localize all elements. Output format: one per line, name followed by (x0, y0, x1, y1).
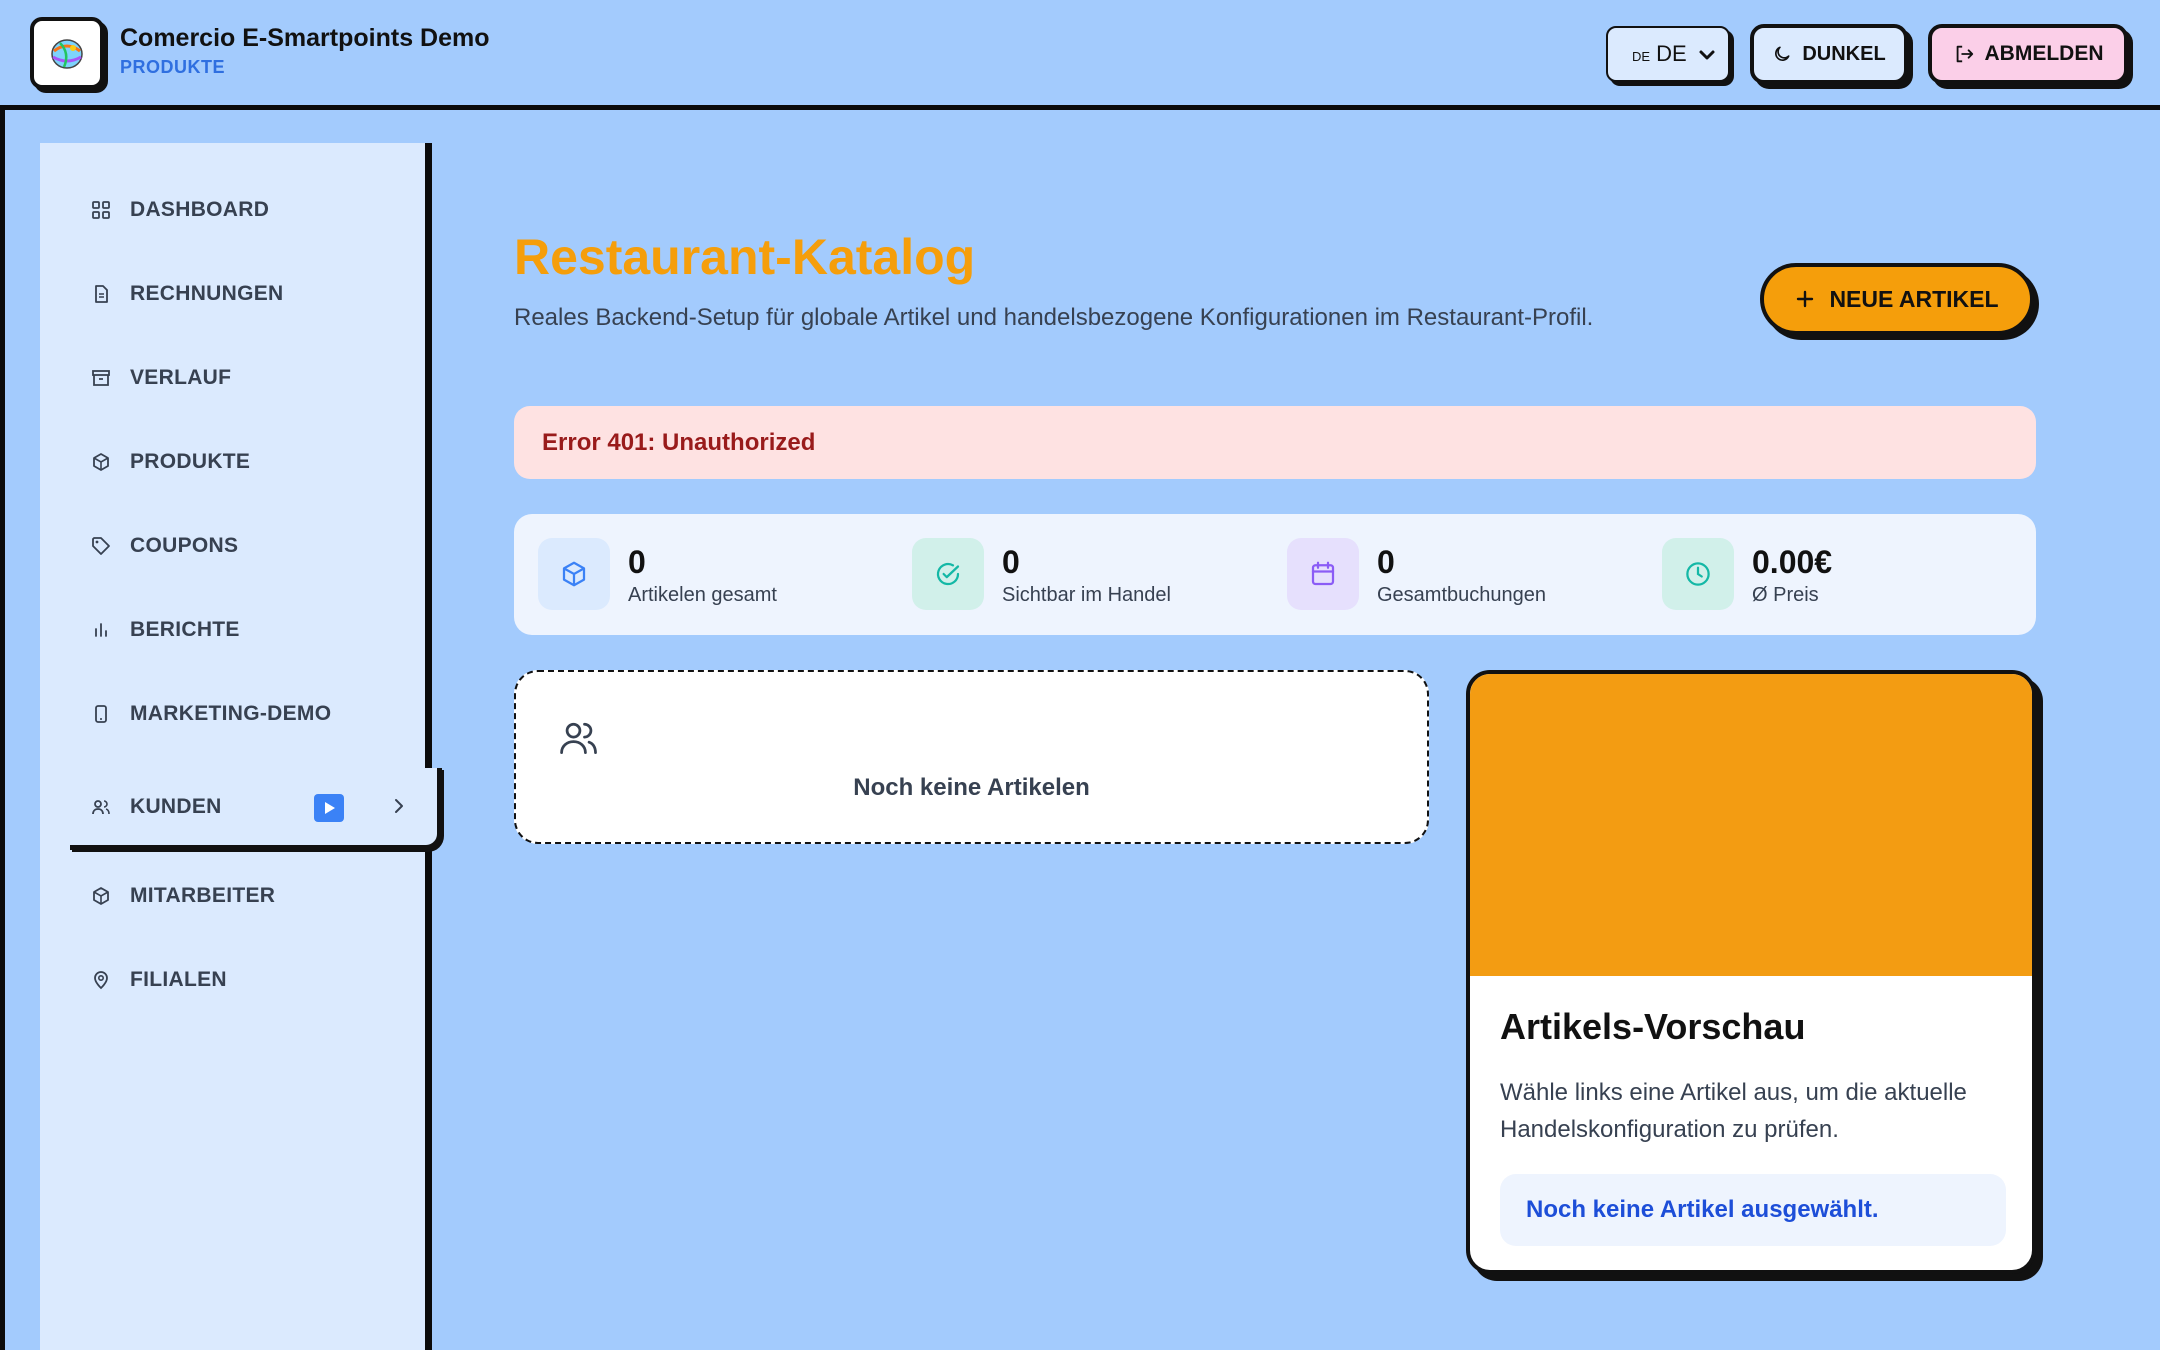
play-icon[interactable] (314, 794, 344, 822)
preview-description: Wähle links eine Artikel aus, um die akt… (1500, 1079, 1967, 1143)
sidebar-item-verlauf[interactable]: VERLAUF (90, 348, 390, 408)
chevron-right-icon[interactable] (392, 796, 406, 816)
sidebar-item-label: FILIALEN (130, 968, 227, 991)
language-code-small: DE (1632, 48, 1651, 64)
clock-icon (1662, 538, 1734, 610)
sidebar-item-marketing-demo[interactable]: MARKETING-DEMO (90, 684, 390, 744)
moon-icon (1775, 46, 1790, 61)
sidebar-item-label: MARKETING-DEMO (130, 702, 332, 725)
error-alert: Error 401: Unauthorized (514, 406, 2036, 479)
logout-button[interactable]: ABMELDEN (1928, 24, 2128, 84)
left-border (0, 110, 5, 1350)
app-logo[interactable] (30, 17, 104, 89)
stats-panel: 0 Artikelen gesamt 0 Sichtbar im Handel … (514, 514, 2036, 635)
sidebar-item-label: BERICHTE (130, 618, 240, 641)
current-section: PRODUKTE (120, 57, 226, 77)
check-circle-icon (912, 538, 984, 610)
article-preview-card: Artikels-Vorschau Wähle links eine Artik… (1466, 670, 2036, 1274)
sidebar-item-berichte[interactable]: BERICHTE (90, 600, 390, 660)
logout-icon (1956, 45, 1973, 63)
logout-label: ABMELDEN (1984, 42, 2104, 65)
stat-label: Artikelen gesamt (628, 584, 777, 606)
app-title: Comercio E-Smartpoints Demo (120, 24, 490, 52)
preview-title: Artikels-Vorschau (1500, 1006, 1806, 1047)
box-icon (90, 451, 112, 473)
archive-icon (90, 367, 112, 389)
sidebar-item-label: KUNDEN (130, 794, 222, 818)
new-article-label: NEUE ARTIKEL (1829, 285, 1999, 312)
grid-icon (90, 199, 112, 221)
sidebar-item-label: PRODUKTE (130, 450, 251, 473)
stat-value: 0 (1377, 544, 1395, 580)
stat-value: 0 (628, 544, 646, 580)
sidebar-item-mitarbeiter[interactable]: MITARBEITER (90, 866, 390, 926)
new-article-button[interactable]: NEUE ARTIKEL (1760, 263, 2034, 335)
page-title: Restaurant-Katalog (514, 229, 976, 285)
document-icon (90, 283, 112, 305)
box-icon (90, 885, 112, 907)
page-description: Reales Backend-Setup für globale Artikel… (514, 304, 1594, 331)
dark-mode-label: DUNKEL (1802, 42, 1886, 65)
chevron-down-icon (1699, 50, 1715, 60)
tag-icon (90, 535, 112, 557)
preview-note-text: Noch keine Artikel ausgewählt. (1526, 1196, 1879, 1223)
dark-mode-button[interactable]: DUNKEL (1750, 24, 1908, 84)
sidebar-item-produkte[interactable]: PRODUKTE (90, 432, 390, 492)
cube-icon (538, 538, 610, 610)
sidebar-item-label: RECHNUNGEN (130, 282, 284, 305)
stat-label: Ø Preis (1752, 584, 1819, 606)
globe-logo-icon (51, 39, 83, 69)
sidebar-item-kunden[interactable]: KUNDEN (70, 768, 442, 850)
sidebar-item-dashboard[interactable]: DASHBOARD (90, 180, 390, 240)
stat-label: Sichtbar im Handel (1002, 584, 1171, 606)
stat-label: Gesamtbuchungen (1377, 584, 1547, 606)
tablet-icon (90, 703, 112, 725)
preview-selection-note: Noch keine Artikel ausgewählt. (1500, 1174, 2006, 1246)
language-value: DE (1656, 41, 1687, 66)
map-pin-icon (90, 969, 112, 991)
sidebar: DASHBOARD RECHNUNGEN VERLAUF PRODUKTE CO… (40, 143, 442, 1350)
sidebar-item-label: COUPONS (130, 534, 239, 557)
sidebar-item-filialen[interactable]: FILIALEN (90, 950, 390, 1010)
stat-value: 0.00€ (1752, 544, 1833, 580)
top-bar: Comercio E-Smartpoints Demo PRODUKTE DE … (0, 0, 2160, 110)
sidebar-item-label: VERLAUF (130, 366, 232, 389)
plus-icon (1797, 290, 1814, 308)
sidebar-item-label: MITARBEITER (130, 884, 276, 907)
users-icon (90, 796, 112, 818)
empty-state-text: Noch keine Artikelen (853, 774, 1090, 801)
preview-image-placeholder (1470, 674, 2032, 976)
sidebar-item-rechnungen[interactable]: RECHNUNGEN (90, 264, 390, 324)
users-icon (560, 722, 597, 755)
articles-empty-state: Noch keine Artikelen (514, 670, 1429, 844)
sidebar-item-label: DASHBOARD (130, 198, 270, 221)
language-select[interactable]: DE DE (1606, 26, 1730, 82)
error-message: Error 401: Unauthorized (542, 428, 816, 456)
calendar-icon (1287, 538, 1359, 610)
stat-value: 0 (1002, 544, 1020, 580)
bar-chart-icon (90, 619, 112, 641)
sidebar-item-coupons[interactable]: COUPONS (90, 516, 390, 576)
